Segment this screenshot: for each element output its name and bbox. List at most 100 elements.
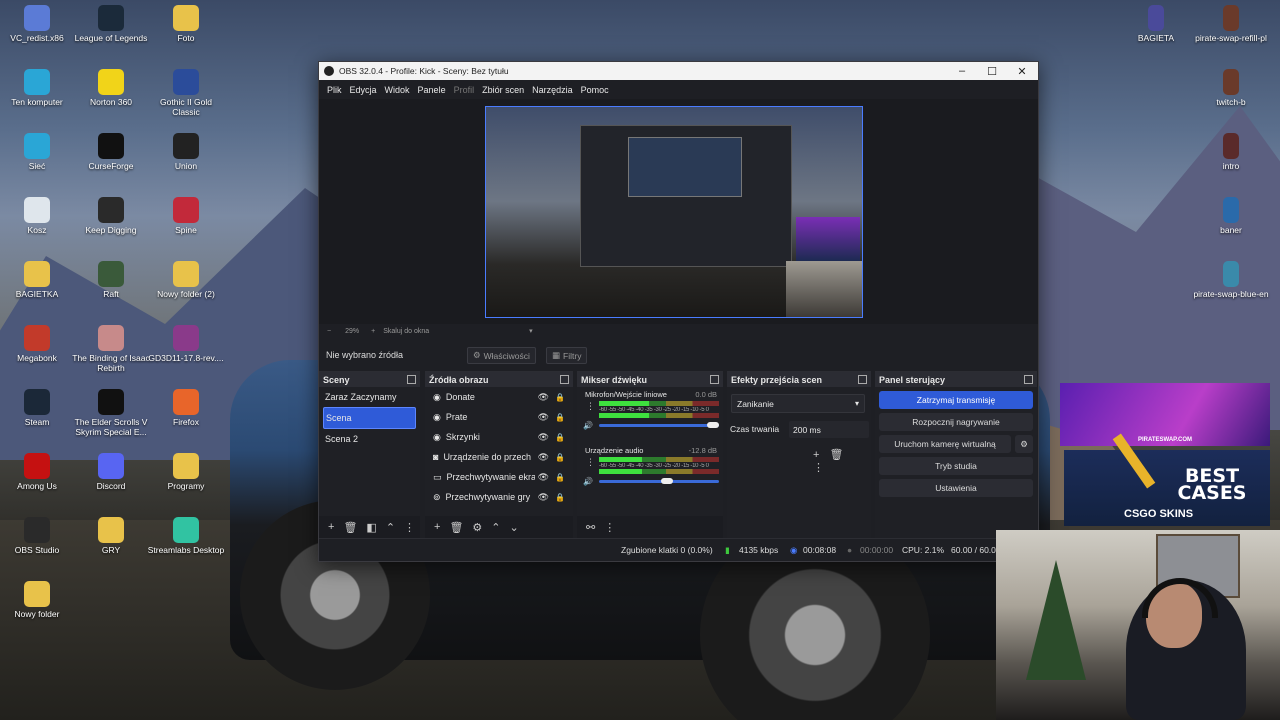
more-icon[interactable]: ⋮ <box>604 521 615 534</box>
virtual-camera-button[interactable]: Uruchom kamerę wirtualną <box>879 435 1011 453</box>
zoom-mode[interactable]: Skaluj do okna <box>383 328 429 335</box>
volume-knob[interactable] <box>661 478 674 484</box>
desktop-icon[interactable]: intro <box>1192 133 1270 171</box>
trash-icon[interactable]: 🗑 <box>829 449 853 461</box>
link-icon[interactable]: ⚯ <box>586 521 595 534</box>
obs-window[interactable]: OBS 32.0.4 - Profile: Kick - Sceny: Bez … <box>318 61 1039 562</box>
eye-icon[interactable]: 👁 <box>538 412 549 423</box>
menu-item[interactable]: Zbiór scen <box>482 85 524 95</box>
gear-icon[interactable]: ⚙ <box>472 521 482 534</box>
stop-streaming-button[interactable]: Zatrzymaj transmisję <box>879 391 1033 409</box>
desktop-icon[interactable]: baner <box>1192 197 1270 235</box>
eye-icon[interactable]: 👁 <box>538 472 549 483</box>
desktop-icon[interactable]: Steam <box>0 389 76 427</box>
volume-slider[interactable] <box>599 478 719 484</box>
lock-icon[interactable]: 🔒 <box>555 453 565 462</box>
desktop-icon[interactable]: Megabonk <box>0 325 76 363</box>
lock-icon[interactable]: 🔒 <box>555 393 565 402</box>
menu-item[interactable]: Plik <box>327 85 342 95</box>
source-item[interactable]: ◉ Prate 👁 🔒 <box>425 407 573 427</box>
more-icon[interactable]: ⋮ <box>813 462 834 474</box>
more-icon[interactable]: ⋮ <box>404 521 415 534</box>
preview-area[interactable] <box>319 99 1038 324</box>
eye-icon[interactable]: 👁 <box>538 392 549 403</box>
maximize-button[interactable]: ☐ <box>977 62 1007 80</box>
arrow-down-icon[interactable]: ⌄ <box>510 521 519 534</box>
desktop-icon[interactable]: OBS Studio <box>0 517 76 555</box>
menu-item[interactable]: Panele <box>418 85 446 95</box>
desktop-icon[interactable]: CurseForge <box>72 133 150 171</box>
undock-icon[interactable] <box>858 375 867 384</box>
channel-menu-icon[interactable]: ⋮ <box>586 457 595 468</box>
menu-item[interactable]: Edycja <box>350 85 377 95</box>
settings-button[interactable]: Ustawienia <box>879 479 1033 497</box>
transition-select[interactable]: Zanikanie ▾ <box>731 394 865 413</box>
desktop-icon[interactable]: The Elder Scrolls V Skyrim Special E... <box>72 389 150 437</box>
studio-mode-button[interactable]: Tryb studia <box>879 457 1033 475</box>
desktop-icon[interactable]: Kosz <box>0 197 76 235</box>
zoom-in-button[interactable]: + <box>371 328 375 335</box>
trash-icon[interactable]: 🗑 <box>343 521 357 534</box>
desktop-icon[interactable]: GD3D11-17.8-rev.... <box>147 325 225 363</box>
preview-canvas[interactable] <box>485 106 863 318</box>
desktop-icon[interactable]: BAGIETA <box>1117 5 1195 43</box>
filters-button[interactable]: ▦ Filtry <box>546 347 588 364</box>
add-icon[interactable]: + <box>328 521 334 533</box>
desktop-icon[interactable]: Sieć <box>0 133 76 171</box>
zoom-out-button[interactable]: − <box>327 328 331 335</box>
arrow-up-icon[interactable]: ⌃ <box>491 521 500 534</box>
source-item[interactable]: ◙ Urządzenie do przechwytywania 👁 🔒 <box>425 447 573 467</box>
source-item[interactable]: ◉ Skrzynki 👁 🔒 <box>425 427 573 447</box>
add-icon[interactable]: + <box>434 521 440 533</box>
gear-icon[interactable]: ⚙ <box>1015 435 1033 453</box>
desktop-icon[interactable]: The Binding of Isaac Rebirth <box>72 325 150 373</box>
lock-icon[interactable]: 🔒 <box>555 493 565 502</box>
undock-icon[interactable] <box>560 375 569 384</box>
scene-item[interactable]: Scena 2 <box>319 429 420 449</box>
eye-icon[interactable]: 👁 <box>538 452 549 463</box>
desktop-icon[interactable]: Firefox <box>147 389 225 427</box>
desktop-icon[interactable]: League of Legends <box>72 5 150 43</box>
desktop-icon[interactable]: twitch-b <box>1192 69 1270 107</box>
properties-button[interactable]: ⚙ Właściwości <box>467 347 536 364</box>
source-item[interactable]: ▭ Przechwytywanie ekranu👁 🔒 <box>425 467 573 487</box>
desktop-icon[interactable]: Nowy folder (2) <box>147 261 225 299</box>
undock-icon[interactable] <box>710 375 719 384</box>
desktop-icon[interactable]: Gothic II Gold Classic <box>147 69 225 117</box>
zoom-dropdown-icon[interactable]: ▾ <box>529 327 533 335</box>
filter-icon[interactable]: ◧ <box>366 521 376 534</box>
undock-icon[interactable] <box>1024 375 1033 384</box>
add-icon[interactable]: + <box>813 449 829 461</box>
desktop-icon[interactable]: GRY <box>72 517 150 555</box>
speaker-icon[interactable]: 🔊 <box>583 421 593 430</box>
volume-knob[interactable] <box>707 422 719 428</box>
channel-menu-icon[interactable]: ⋮ <box>586 401 595 412</box>
eye-icon[interactable]: 👁 <box>538 432 549 443</box>
desktop-icon[interactable]: Norton 360 <box>72 69 150 107</box>
lock-icon[interactable]: 🔒 <box>555 473 565 482</box>
arrow-up-icon[interactable]: ⌃ <box>386 521 395 534</box>
start-recording-button[interactable]: Rozpocznij nagrywanie <box>879 413 1033 431</box>
desktop-icon[interactable]: Streamlabs Desktop <box>147 517 225 555</box>
minimize-button[interactable]: – <box>947 62 977 80</box>
desktop-icon[interactable]: Keep Digging <box>72 197 150 235</box>
volume-slider[interactable] <box>599 422 719 428</box>
speaker-icon[interactable]: 🔊 <box>583 477 593 486</box>
menu-item[interactable]: Narzędzia <box>532 85 573 95</box>
scene-item[interactable]: Scena <box>323 407 416 429</box>
source-item[interactable]: ⊚ Przechwytywanie gry 👁 🔒 <box>425 487 573 507</box>
desktop-icon[interactable]: Union <box>147 133 225 171</box>
desktop-icon[interactable]: Programy <box>147 453 225 491</box>
scene-item[interactable]: Zaraz Zaczynamy <box>319 387 420 407</box>
lock-icon[interactable]: 🔒 <box>555 433 565 442</box>
undock-icon[interactable] <box>407 375 416 384</box>
eye-icon[interactable]: 👁 <box>538 492 549 503</box>
desktop-icon[interactable]: pirate-swap-refill-pl <box>1192 5 1270 43</box>
desktop-icon[interactable]: Spine <box>147 197 225 235</box>
trash-icon[interactable]: 🗑 <box>449 521 463 534</box>
desktop-icon[interactable]: Discord <box>72 453 150 491</box>
desktop-icon[interactable]: BAGIETKA <box>0 261 76 299</box>
duration-spinbox[interactable]: 200 ms <box>789 421 869 438</box>
desktop-icon[interactable]: Ten komputer <box>0 69 76 107</box>
desktop-icon[interactable]: Nowy folder <box>0 581 76 619</box>
